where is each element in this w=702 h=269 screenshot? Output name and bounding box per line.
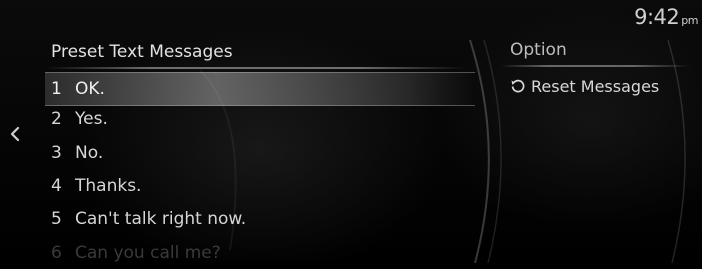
reset-messages-label: Reset Messages (531, 76, 660, 96)
message-item-4[interactable]: 4 Thanks. (45, 170, 475, 202)
message-number: 4 (51, 176, 62, 196)
clock-ampm: pm (681, 14, 698, 27)
message-item-6[interactable]: 6 Can you call me? (45, 237, 475, 269)
message-text: Can you call me? (75, 243, 221, 263)
message-number: 6 (51, 243, 62, 263)
reset-messages-button[interactable]: Reset Messages (510, 73, 659, 99)
list-title: Preset Text Messages (51, 42, 233, 62)
back-button[interactable] (8, 124, 22, 144)
message-number: 5 (51, 209, 62, 229)
message-number: 3 (51, 143, 62, 163)
option-title: Option (510, 40, 567, 60)
message-text: No. (75, 143, 104, 163)
message-item-1[interactable]: 1 OK. (45, 72, 475, 106)
message-text: Yes. (75, 109, 108, 129)
message-number: 1 (51, 79, 62, 99)
message-text: Thanks. (75, 176, 142, 196)
message-text: Can't talk right now. (75, 209, 247, 229)
clock: 9:42 pm (634, 5, 698, 29)
message-item-3[interactable]: 3 No. (45, 137, 475, 169)
option-divider (500, 65, 690, 67)
title-divider (45, 67, 465, 69)
message-number: 2 (51, 109, 62, 129)
reset-icon (510, 78, 526, 94)
message-item-2[interactable]: 2 Yes. (45, 103, 475, 135)
message-text: OK. (75, 79, 105, 99)
message-item-5[interactable]: 5 Can't talk right now. (45, 203, 475, 235)
clock-time: 9:42 (634, 5, 680, 29)
chevron-left-icon (10, 126, 20, 142)
